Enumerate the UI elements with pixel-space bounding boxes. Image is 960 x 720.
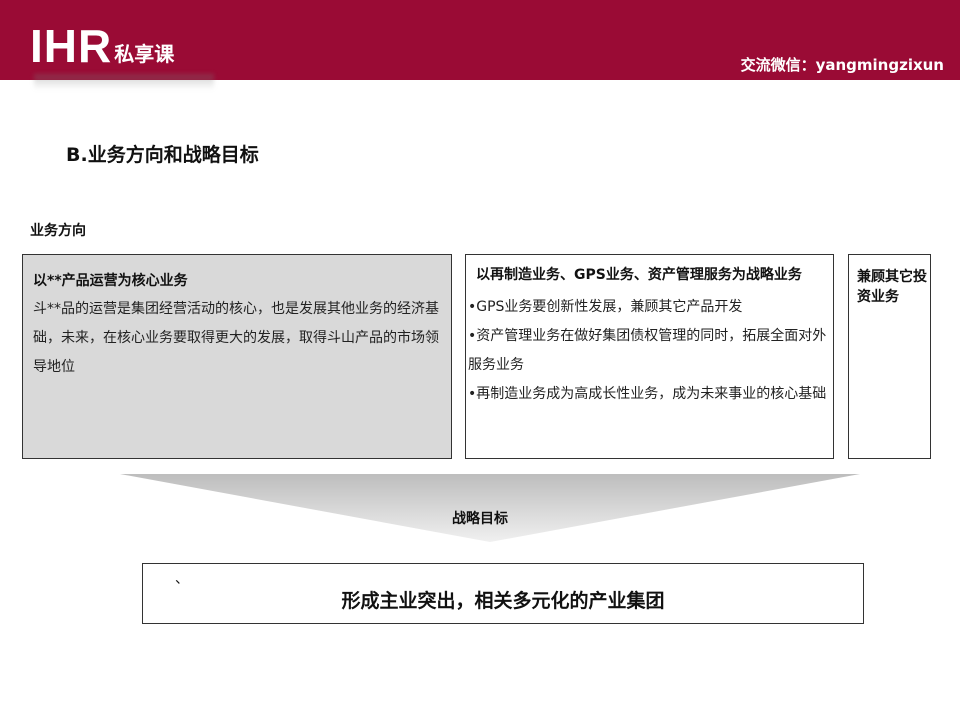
logo-subtitle: 私享课 — [114, 42, 175, 66]
header-bar: IHR 私享课 交流微信：yangmingzixun — [0, 0, 960, 80]
list-item: •GPS业务要创新性发展，兼顾其它产品开发 — [468, 299, 743, 315]
section-title: B.业务方向和战略目标 — [66, 144, 259, 166]
strategic-business-box: 以再制造业务、GPS业务、资产管理服务为战略业务 •GPS业务要创新性发展，兼顾… — [465, 254, 834, 459]
other-investment-box: 兼顾其它投资业务 — [848, 254, 931, 459]
strategic-business-title: 以再制造业务、GPS业务、资产管理服务为战略业务 — [476, 267, 802, 283]
logo-mark: IHR — [30, 20, 113, 72]
logo: IHR 私享课 — [30, 20, 175, 72]
wechat-contact: 交流微信：yangmingzixun — [740, 56, 944, 74]
list-item: •再制造业务成为高成长性业务，成为未来事业的核心基础 — [468, 386, 827, 402]
core-business-text: 斗**品的运营是集团经营活动的核心，也是发展其他业务的经济基础，未来，在核心业务… — [33, 301, 439, 375]
other-investment-title: 兼顾其它投资业务 — [857, 269, 927, 305]
core-business-title: 以**产品运营为核心业务 — [33, 273, 188, 289]
core-business-box: 以**产品运营为核心业务 斗**品的运营是集团经营活动的核心，也是发展其他业务的… — [22, 254, 452, 459]
goal-label: 战略目标 — [452, 511, 508, 527]
list-item: •资产管理业务在做好集团债权管理的同时，拓展全面对外服务业务 — [468, 328, 827, 373]
strategic-business-list: •GPS业务要创新性发展，兼顾其它产品开发 •资产管理业务在做好集团债权管理的同… — [468, 293, 833, 409]
goal-mark: 、 — [175, 571, 189, 587]
direction-label: 业务方向 — [30, 223, 86, 239]
goal-box: 、 形成主业突出，相关多元化的产业集团 — [142, 563, 864, 624]
logo-shadow — [34, 74, 214, 90]
goal-text: 形成主业突出，相关多元化的产业集团 — [341, 590, 665, 612]
